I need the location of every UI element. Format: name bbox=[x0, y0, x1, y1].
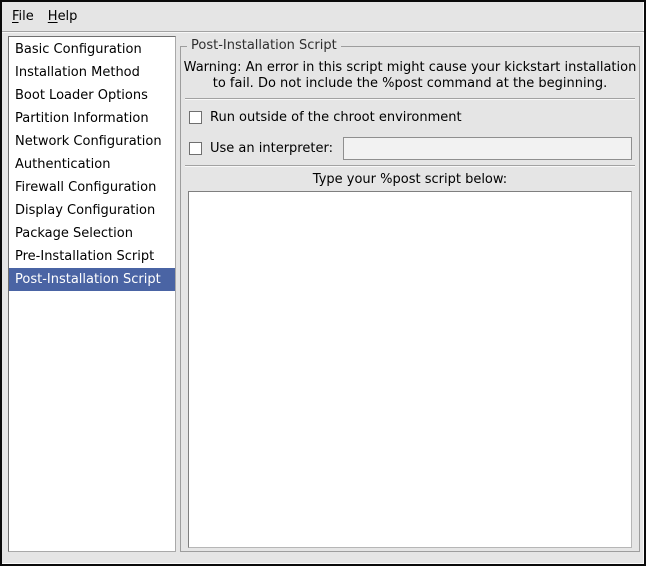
sidebar-item-firewall-configuration[interactable]: Firewall Configuration bbox=[9, 176, 175, 199]
sidebar-item-boot-loader-options[interactable]: Boot Loader Options bbox=[9, 84, 175, 107]
warning-line-1: Warning: An error in this script might c… bbox=[181, 60, 639, 76]
run-outside-chroot-label: Run outside of the chroot environment bbox=[210, 110, 462, 125]
interpreter-input[interactable] bbox=[343, 137, 632, 160]
use-interpreter-row: Use an interpreter: bbox=[189, 135, 632, 161]
run-outside-chroot-checkbox[interactable] bbox=[189, 111, 202, 124]
sidebar-item-partition-information[interactable]: Partition Information bbox=[9, 107, 175, 130]
menubar: File Help bbox=[2, 2, 644, 32]
groupbox-title: Post-Installation Script bbox=[187, 38, 341, 54]
sidebar-item-authentication[interactable]: Authentication bbox=[9, 153, 175, 176]
sidebar-item-installation-method[interactable]: Installation Method bbox=[9, 61, 175, 84]
separator bbox=[185, 165, 635, 167]
sidebar-item-display-configuration[interactable]: Display Configuration bbox=[9, 199, 175, 222]
config-section-list[interactable]: Basic ConfigurationInstallation MethodBo… bbox=[8, 36, 176, 552]
kickstart-configurator-window: File Help Basic ConfigurationInstallatio… bbox=[0, 0, 646, 566]
post-script-textarea[interactable] bbox=[188, 191, 632, 548]
post-install-groupbox: Post-Installation Script Warning: An err… bbox=[180, 46, 640, 552]
sidebar-item-package-selection[interactable]: Package Selection bbox=[9, 222, 175, 245]
warning-line-2: to fail. Do not include the %post comman… bbox=[181, 76, 639, 92]
use-interpreter-checkbox[interactable] bbox=[189, 142, 202, 155]
menu-help[interactable]: Help bbox=[41, 5, 85, 28]
warning-text: Warning: An error in this script might c… bbox=[181, 60, 639, 92]
separator bbox=[185, 98, 635, 100]
menu-file[interactable]: File bbox=[5, 5, 41, 28]
sidebar-item-pre-installation-script[interactable]: Pre-Installation Script bbox=[9, 245, 175, 268]
use-interpreter-label: Use an interpreter: bbox=[210, 141, 333, 156]
script-prompt-label: Type your %post script below: bbox=[181, 172, 639, 187]
sidebar-item-post-installation-script[interactable]: Post-Installation Script bbox=[9, 268, 175, 291]
sidebar-item-network-configuration[interactable]: Network Configuration bbox=[9, 130, 175, 153]
sidebar-item-basic-configuration[interactable]: Basic Configuration bbox=[9, 38, 175, 61]
run-outside-chroot-row: Run outside of the chroot environment bbox=[189, 107, 462, 127]
